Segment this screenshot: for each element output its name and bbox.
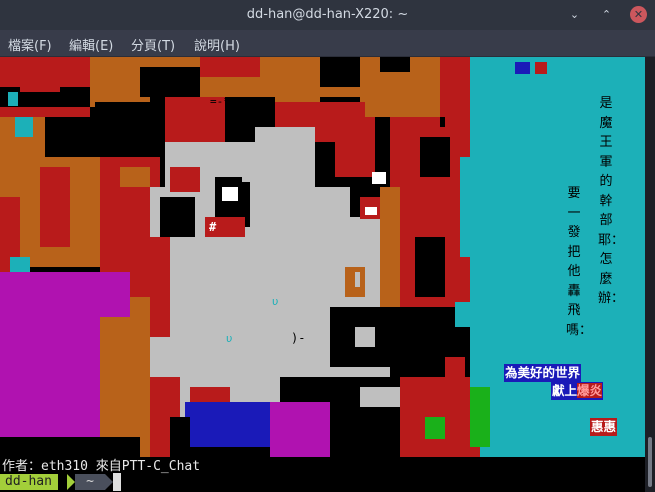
art-label-signature: 惠惠 [590, 418, 618, 436]
menu-file[interactable]: 檔案(F) [8, 35, 52, 54]
art-label-offer-text: 獻上 [552, 383, 578, 398]
art-hash-mark: # [209, 220, 217, 234]
art-mouth-mark: )- [291, 331, 306, 345]
maximize-icon[interactable]: ⌃ [598, 6, 615, 23]
terminal-scrollbar[interactable] [645, 57, 655, 492]
menu-edit[interactable]: 編輯(E) [69, 35, 113, 54]
art-u-mark: υ [226, 332, 233, 345]
close-icon[interactable]: ✕ [630, 6, 647, 23]
terminal-area[interactable]: # υ υ )- =-* 是魔王軍的幹部耶：怎麼辦： 要一發把他轟飛嗎： 為美好… [0, 57, 645, 492]
art-vertical-text-right: 是魔王軍的幹部耶：怎麼辦： [598, 96, 625, 306]
art-vertical-text-left: 要一發把他轟飛嗎： [566, 186, 593, 338]
shell-prompt[interactable]: dd-han ~ [0, 472, 645, 492]
art-label-explosion: 爆炎 [577, 383, 603, 398]
window-titlebar[interactable]: dd-han@dd-han-X220: ~ ⌄ ⌃ ✕ [0, 0, 655, 30]
minimize-icon[interactable]: ⌄ [566, 6, 583, 23]
prompt-separator-icon [105, 474, 113, 490]
prompt-user: dd-han [0, 474, 58, 490]
terminal-cursor [113, 473, 121, 491]
menu-help[interactable]: 說明(H) [194, 35, 240, 54]
window-title: dd-han@dd-han-X220: ~ [246, 7, 409, 22]
prompt-separator-icon [67, 474, 75, 490]
ansi-art-image [0, 57, 645, 457]
menu-bar: 檔案(F) 編輯(E) 分頁(T) 說明(H) [0, 30, 655, 57]
scrollbar-thumb[interactable] [648, 437, 652, 487]
art-u-mark: υ [272, 295, 279, 308]
menu-tabs[interactable]: 分頁(T) [131, 35, 175, 54]
art-label-offer: 獻上爆炎 [551, 382, 604, 400]
art-dash-mark: =-* [210, 95, 230, 108]
prompt-directory: ~ [75, 474, 105, 490]
art-label-title: 為美好的世界 [504, 364, 582, 382]
